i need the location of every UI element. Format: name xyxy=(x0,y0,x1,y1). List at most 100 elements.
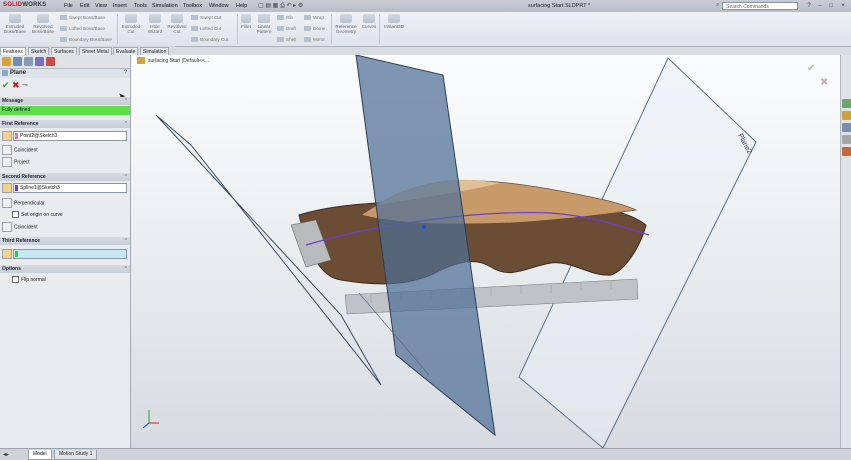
menu-tools[interactable]: Tools xyxy=(134,3,147,9)
coincident-option[interactable]: Coincident xyxy=(2,145,38,155)
checkbox[interactable] xyxy=(12,211,19,218)
lofted-boss-button[interactable]: Lofted Boss/Base xyxy=(60,26,105,32)
menu-simulation[interactable]: Simulation xyxy=(152,3,178,9)
extruded-boss-button[interactable]: Extruded Boss/Base xyxy=(2,14,28,34)
boundary-cut-icon xyxy=(191,37,198,43)
ok-icon[interactable]: ✔ xyxy=(2,80,10,90)
shell-button[interactable]: Shell xyxy=(277,37,296,43)
revolved-cut-button[interactable]: Revolved Cut xyxy=(166,14,188,34)
minimize-icon[interactable]: – xyxy=(815,2,825,10)
menu-window[interactable]: Window xyxy=(209,3,229,9)
coincident-option-2[interactable]: Coincident xyxy=(2,222,38,232)
curves-button[interactable]: Curves xyxy=(361,14,377,29)
revolved-cut-icon xyxy=(171,14,183,23)
revolved-boss-button[interactable]: Revolved Boss/Base xyxy=(30,14,56,34)
quick-access-icons[interactable]: ▢ ▤ ▦ ⎙ ↶ ▸ ⚙ xyxy=(258,2,303,10)
swept-cut-icon xyxy=(191,15,198,21)
solidworks-logo[interactable]: SOLIDWORKS xyxy=(3,2,46,8)
linear-pattern-button[interactable]: Linear Pattern xyxy=(254,14,274,34)
menu-help[interactable]: Help xyxy=(236,3,247,9)
set-origin-checkbox[interactable]: Set origin on curve xyxy=(12,211,63,218)
appearances-icon[interactable] xyxy=(842,147,851,156)
wrap-button[interactable]: Wrap xyxy=(304,15,324,21)
menu-view[interactable]: View xyxy=(95,3,107,9)
view-triad[interactable] xyxy=(142,410,159,429)
project-icon xyxy=(2,157,12,167)
second-reference-field[interactable]: Spline1@Sketch3 xyxy=(13,183,127,193)
help-icon[interactable]: ? xyxy=(804,2,814,10)
selection-icon xyxy=(2,249,12,259)
point2[interactable] xyxy=(422,225,426,229)
swept-boss-button[interactable]: Swept Boss/Base xyxy=(60,15,105,21)
checkbox[interactable] xyxy=(12,276,19,283)
chevron-up-icon: ^ xyxy=(124,238,127,244)
second-reference-header[interactable]: Second Reference ^ xyxy=(0,173,130,181)
confirm-icon[interactable]: ✔ xyxy=(807,63,815,74)
boundary-cut-button[interactable]: Boundary Cut xyxy=(191,37,229,43)
dome-button[interactable]: Dome xyxy=(304,26,325,32)
first-reference-header[interactable]: First Reference ^ xyxy=(0,120,130,128)
message-section-header[interactable]: Message ^ xyxy=(0,97,130,105)
project-option[interactable]: Project xyxy=(2,157,30,167)
cancel-icon[interactable]: ✖ xyxy=(12,80,20,90)
options-header[interactable]: Options ^ xyxy=(0,265,130,273)
extrude-icon xyxy=(9,14,21,23)
lofted-cut-button[interactable]: Lofted Cut xyxy=(191,26,221,32)
third-reference-header[interactable]: Third Reference ^ xyxy=(0,237,130,245)
tab-scroll-icons[interactable]: ◂▸ xyxy=(3,451,9,458)
resources-icon[interactable] xyxy=(842,99,851,108)
configuration-icon[interactable] xyxy=(24,57,33,66)
view-palette-icon[interactable] xyxy=(842,135,851,144)
mirror-button[interactable]: Mirror xyxy=(304,37,325,43)
coincident-icon xyxy=(2,222,12,232)
menu-toolbox[interactable]: Toolbox xyxy=(183,3,202,9)
cut-extrude-icon xyxy=(125,14,137,23)
rib-button[interactable]: Rib xyxy=(277,15,293,21)
extruded-cut-button[interactable]: Extruded Cut xyxy=(119,14,143,34)
restore-icon[interactable]: □ xyxy=(826,2,836,10)
feature-tree-icon[interactable] xyxy=(2,57,11,66)
lofted-cut-icon xyxy=(191,26,198,32)
close-icon[interactable]: × xyxy=(838,2,848,10)
draft-button[interactable]: Draft xyxy=(277,26,296,32)
dome-icon xyxy=(304,26,311,32)
menu-file[interactable]: File xyxy=(64,3,73,9)
third-reference-label: Third Reference xyxy=(2,238,41,244)
perpendicular-option[interactable]: Perpendicular xyxy=(2,198,45,208)
design-library-icon[interactable] xyxy=(842,111,851,120)
pushpin-icon[interactable]: ⊸ xyxy=(22,81,28,91)
model-view[interactable]: Plane2 ✔ ✖ xyxy=(131,55,840,448)
cancel-corner-icon[interactable]: ✖ xyxy=(820,77,828,88)
curves-icon xyxy=(363,14,375,23)
first-reference-field[interactable]: Point2@Sketch3 xyxy=(13,131,127,141)
swept-cut-button[interactable]: Swept Cut xyxy=(191,15,222,21)
search-input[interactable]: Search Commands xyxy=(722,2,798,10)
shell-icon xyxy=(277,37,284,43)
hole-wizard-button[interactable]: Hole Wizard xyxy=(145,14,165,34)
boundary-cut-label: Boundary Cut xyxy=(200,37,229,42)
instant3d-button[interactable]: Instant3D xyxy=(381,14,407,29)
mirror-icon xyxy=(304,37,311,43)
file-explorer-icon[interactable] xyxy=(842,123,851,132)
status-message: Fully defined xyxy=(0,106,130,115)
property-manager-icon[interactable] xyxy=(13,57,22,66)
boundary-icon xyxy=(60,37,67,43)
flip-normal-checkbox[interactable]: Flip normal xyxy=(12,276,46,283)
reference-geometry-button[interactable]: Reference Geometry xyxy=(333,14,359,34)
manager-tabs xyxy=(0,55,130,69)
menu-insert[interactable]: Insert xyxy=(113,3,127,9)
toolbar-separator xyxy=(237,14,238,44)
graphics-area[interactable]: Plane2 ✔ ✖ xyxy=(131,55,840,448)
feature-tree-flyout[interactable]: surfacing Start (Default<<... xyxy=(148,58,209,64)
menu-edit[interactable]: Edit xyxy=(80,3,89,9)
help-icon[interactable]: ? xyxy=(124,70,127,76)
perpendicular-icon xyxy=(2,198,12,208)
panel-title: Plane xyxy=(10,70,27,76)
third-reference-field[interactable] xyxy=(13,249,127,259)
hole-wizard-label: Hole Wizard xyxy=(147,24,163,34)
swept-cut-label: Swept Cut xyxy=(200,15,222,20)
display-manager-icon[interactable] xyxy=(46,57,55,66)
boundary-boss-button[interactable]: Boundary Boss/Base xyxy=(60,37,112,43)
dimxpert-icon[interactable] xyxy=(35,57,44,66)
fillet-button[interactable]: Fillet xyxy=(239,14,253,29)
